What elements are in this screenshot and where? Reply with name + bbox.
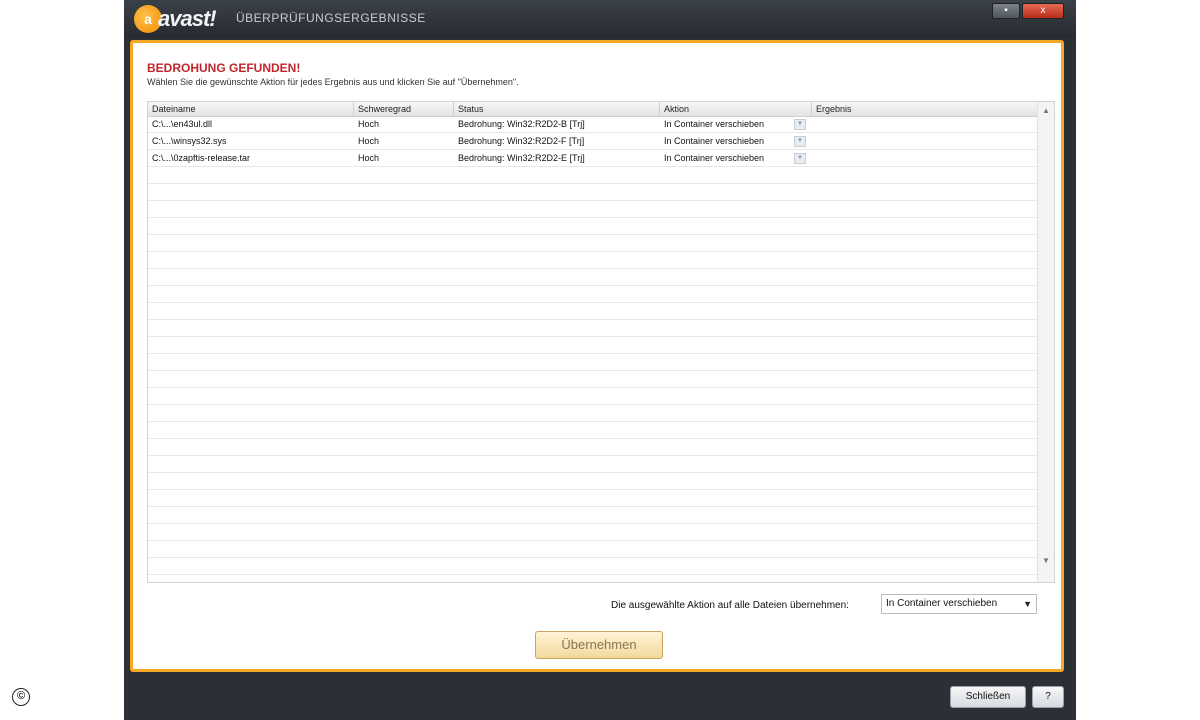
scroll-down-icon[interactable]: ▼ [1038, 554, 1054, 568]
row-severity: Hoch [358, 119, 380, 129]
row-result [812, 150, 1038, 166]
empty-table-row [148, 541, 1038, 558]
chevron-down-icon[interactable]: ▼ [794, 119, 806, 130]
row-status: Bedrohung: Win32:R2D2-B [Trj] [458, 119, 585, 129]
row-filename: C:\...\en43ul.dll [152, 119, 213, 129]
empty-table-row [148, 235, 1038, 252]
row-action-select[interactable]: In Container verschieben ▼ [660, 133, 812, 149]
empty-table-row [148, 388, 1038, 405]
empty-table-row [148, 524, 1038, 541]
column-header-severity[interactable]: Schweregrad [354, 102, 454, 116]
row-filename: C:\...\winsys32.sys [152, 136, 227, 146]
empty-table-row [148, 439, 1038, 456]
row-action-select[interactable]: In Container verschieben ▼ [660, 116, 812, 132]
empty-table-row [148, 405, 1038, 422]
row-action-select[interactable]: In Container verschieben ▼ [660, 150, 812, 166]
apply-all-selected-value: In Container verschieben [886, 598, 998, 609]
row-action-value: In Container verschieben [664, 136, 765, 146]
row-status: Bedrohung: Win32:R2D2-E [Trj] [458, 153, 585, 163]
avast-window: a avast! ÜBERPRÜFUNGSERGEBNISSE ▪ x BEDR… [124, 0, 1076, 720]
empty-table-row [148, 201, 1038, 218]
copyright-icon: © [12, 688, 30, 706]
close-button[interactable]: Schließen [950, 686, 1026, 708]
chevron-down-icon: ▼ [1023, 599, 1032, 609]
empty-table-row [148, 269, 1038, 286]
minimize-button[interactable]: ▪ [992, 3, 1020, 19]
column-header-result[interactable]: Ergebnis [812, 102, 1038, 116]
apply-button[interactable]: Übernehmen [535, 631, 663, 659]
help-button[interactable]: ? [1032, 686, 1064, 708]
vertical-scrollbar[interactable]: ▲ ▼ [1037, 102, 1054, 582]
row-status: Bedrohung: Win32:R2D2-F [Trj] [458, 136, 585, 146]
empty-table-row [148, 320, 1038, 337]
row-severity: Hoch [358, 153, 380, 163]
chevron-down-icon[interactable]: ▼ [794, 136, 806, 147]
table-rows: C:\...\en43ul.dll Hoch Bedrohung: Win32:… [148, 116, 1038, 575]
logo-text: avast! [158, 6, 217, 31]
empty-rows [148, 167, 1038, 575]
close-window-button[interactable]: x [1022, 3, 1064, 19]
results-panel: BEDROHUNG GEFUNDEN! Wählen Sie die gewün… [130, 40, 1064, 672]
column-header-action[interactable]: Aktion [660, 102, 812, 116]
row-result [812, 116, 1038, 132]
empty-table-row [148, 252, 1038, 269]
scroll-up-icon[interactable]: ▲ [1038, 104, 1054, 118]
column-header-filename[interactable]: Dateiname [148, 102, 354, 116]
table-header: Dateiname Schweregrad Status Aktion Erge… [148, 102, 1038, 117]
row-action-value: In Container verschieben [664, 119, 765, 129]
threat-title: BEDROHUNG GEFUNDEN! [147, 61, 301, 75]
empty-table-row [148, 456, 1038, 473]
table-row[interactable]: C:\...\winsys32.sys Hoch Bedrohung: Win3… [148, 133, 1038, 150]
table-row[interactable]: C:\...\0zapftis-release.tar Hoch Bedrohu… [148, 150, 1038, 167]
row-severity: Hoch [358, 136, 380, 146]
results-table: Dateiname Schweregrad Status Aktion Erge… [147, 101, 1055, 583]
empty-table-row [148, 371, 1038, 388]
empty-table-row [148, 473, 1038, 490]
empty-table-row [148, 303, 1038, 320]
empty-table-row [148, 422, 1038, 439]
row-result [812, 133, 1038, 149]
chevron-down-icon[interactable]: ▼ [794, 153, 806, 164]
instruction-text: Wählen Sie die gewünschte Aktion für jed… [147, 77, 519, 87]
apply-all-action-select[interactable]: In Container verschieben ▼ [881, 594, 1037, 614]
empty-table-row [148, 218, 1038, 235]
column-header-status[interactable]: Status [454, 102, 660, 116]
table-row[interactable]: C:\...\en43ul.dll Hoch Bedrohung: Win32:… [148, 116, 1038, 133]
empty-table-row [148, 167, 1038, 184]
apply-all-label: Die ausgewählte Aktion auf alle Dateien … [611, 600, 849, 611]
empty-table-row [148, 507, 1038, 524]
title-bar: a avast! ÜBERPRÜFUNGSERGEBNISSE ▪ x [124, 0, 1076, 38]
empty-table-row [148, 558, 1038, 575]
window-title: ÜBERPRÜFUNGSERGEBNISSE [236, 11, 426, 25]
empty-table-row [148, 184, 1038, 201]
row-action-value: In Container verschieben [664, 153, 765, 163]
row-filename: C:\...\0zapftis-release.tar [152, 153, 251, 163]
empty-table-row [148, 286, 1038, 303]
avast-logo: a avast! [134, 4, 226, 34]
empty-table-row [148, 337, 1038, 354]
empty-table-row [148, 354, 1038, 371]
empty-table-row [148, 490, 1038, 507]
